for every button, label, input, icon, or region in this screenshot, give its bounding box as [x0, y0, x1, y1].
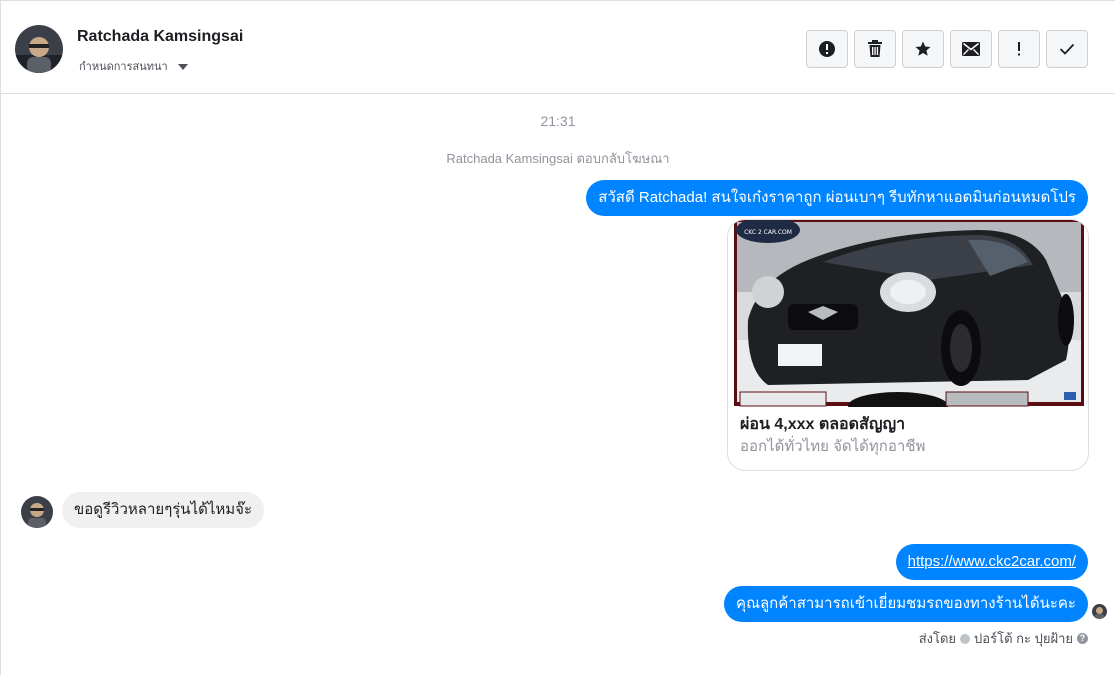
- caret-down-icon: [177, 63, 188, 70]
- exclamation-icon: [1018, 42, 1020, 56]
- follow-up-button[interactable]: [998, 30, 1040, 68]
- outgoing-link-message: https://www.ckc2car.com/: [895, 544, 1088, 580]
- contact-avatar[interactable]: [15, 25, 63, 73]
- sent-by-info: ส่งโดย ปอร์โต้ กะ ปุยฝ้าย ?: [919, 628, 1088, 649]
- car-ad-logo: CKC 2 CAR.COM: [744, 229, 792, 236]
- mark-done-button[interactable]: [1046, 30, 1088, 68]
- sent-by-name[interactable]: ปอร์โต้ กะ ปุยฝ้าย: [974, 628, 1073, 649]
- contact-name[interactable]: Ratchada Kamsingsai: [77, 28, 243, 46]
- sent-by-prefix: ส่งโดย: [918, 631, 957, 646]
- outgoing-greeting-message: สวัสดี Ratchada! สนใจเก๋งราคาถูก ผ่อนเบา…: [586, 180, 1088, 216]
- conversation-panel: Ratchada Kamsingsai กำหนดการสนทนา 21:31 …: [0, 0, 1115, 675]
- car-ad-image: CKC 2 CAR.COM: [728, 220, 1088, 407]
- mark-spam-button[interactable]: [806, 30, 848, 68]
- checkmark-icon: [1059, 43, 1075, 55]
- delete-button[interactable]: [854, 30, 896, 68]
- assign-conversation-label: กำหนดการสนทนา: [79, 61, 168, 73]
- mark-unread-button[interactable]: [950, 30, 992, 68]
- contact-avatar-small: [21, 496, 53, 528]
- star-icon: [915, 41, 931, 56]
- envelope-icon: [962, 42, 980, 56]
- ad-card-subtitle: ออกได้ทั่วไทย จัดได้ทุกอาชีพ: [740, 438, 926, 455]
- assign-conversation-dropdown[interactable]: กำหนดการสนทนา: [79, 57, 188, 75]
- star-button[interactable]: [902, 30, 944, 68]
- conversation-toolbar: [806, 30, 1088, 68]
- incoming-review-request-message: ขอดูรีวิวหลายๆรุ่นได้ไหมจ๊ะ: [62, 492, 265, 528]
- ad-reply-note: Ratchada Kamsingsai ตอบกลับโฆษณา: [446, 151, 670, 166]
- help-icon[interactable]: ?: [1077, 633, 1088, 644]
- website-link[interactable]: https://www.ckc2car.com/: [908, 553, 1076, 570]
- alert-circle-icon: [819, 41, 835, 57]
- trash-icon: [868, 40, 882, 57]
- outgoing-visit-message: คุณลูกค้าสามารถเข้าเยี่ยมชมรถของทางร้านไ…: [724, 586, 1088, 622]
- seen-receipt-avatar: [1092, 604, 1107, 619]
- conversation-header: Ratchada Kamsingsai กำหนดการสนทนา: [1, 1, 1115, 94]
- agent-status-icon: [960, 633, 971, 644]
- message-timestamp: 21:31: [540, 113, 576, 129]
- ad-card[interactable]: CKC 2 CAR.COM ผ่อน 4,xxx ตลอดสัญญา ออกได…: [727, 219, 1089, 471]
